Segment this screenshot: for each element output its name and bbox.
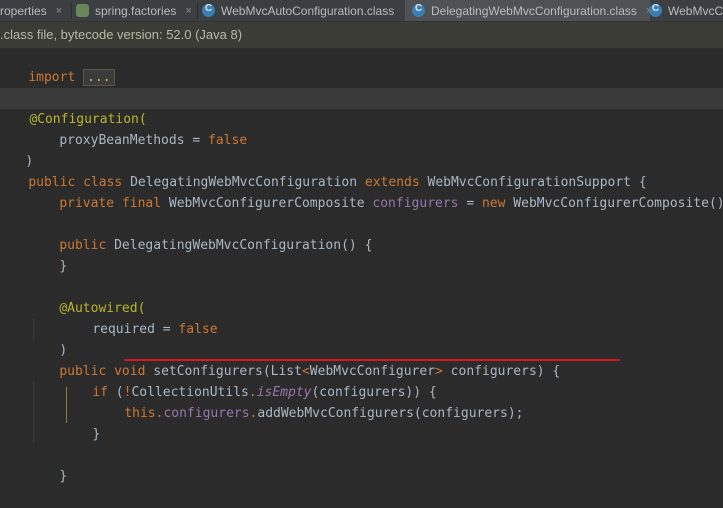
class-file-icon bbox=[412, 3, 425, 17]
tab-label: roperties bbox=[0, 3, 47, 18]
class-file-icon bbox=[202, 3, 215, 17]
tab-webmvcautoconfiguration[interactable]: WebMvcAutoConfiguration.class × bbox=[202, 0, 402, 21]
code-line: @Configuration( bbox=[29, 112, 147, 127]
code-line: @Autowired( bbox=[59, 301, 146, 316]
spring-icon bbox=[76, 4, 89, 17]
tab-spring-factories[interactable]: spring.factories × bbox=[76, 0, 193, 21]
code-line: } bbox=[59, 469, 68, 484]
code-line: } bbox=[92, 427, 101, 442]
code-line: public DelegatingWebMvcConfiguration() { bbox=[59, 238, 373, 253]
bytecode-version-notice: .class file, bytecode version: 52.0 (Jav… bbox=[0, 27, 243, 42]
tab-delegatingwebmvcconfiguration[interactable]: DelegatingWebMvcConfiguration.class × bbox=[405, 0, 650, 21]
code-editor[interactable]: import ... @Configuration( proxyBeanMeth… bbox=[0, 46, 723, 484]
code-line: public class DelegatingWebMvcConfigurati… bbox=[28, 175, 647, 190]
code-line: ) bbox=[59, 343, 68, 358]
code-line: public void setConfigurers(List<WebMvcCo… bbox=[59, 364, 561, 379]
code-line: if (!CollectionUtils.isEmpty(configurers… bbox=[92, 385, 437, 400]
close-icon[interactable]: × bbox=[185, 5, 191, 17]
close-icon[interactable]: × bbox=[56, 5, 62, 17]
tab-label: WebMvcCo bbox=[668, 3, 723, 18]
code-line: } bbox=[59, 259, 68, 274]
tab-label: DelegatingWebMvcConfiguration.class bbox=[431, 3, 637, 18]
code-line: ) bbox=[25, 154, 34, 169]
code-line: proxyBeanMethods = false bbox=[59, 133, 248, 148]
code-line: this.configurers.addWebMvcConfigurers(co… bbox=[124, 406, 524, 421]
tab-divider bbox=[71, 3, 72, 19]
folded-imports[interactable]: ... bbox=[83, 69, 115, 86]
tab-webmvcco[interactable]: WebMvcCo bbox=[649, 0, 723, 21]
code-line: import ... bbox=[0, 46, 115, 86]
editor-tab-bar: roperties × spring.factories × WebMvcAut… bbox=[0, 0, 723, 22]
class-file-icon bbox=[649, 3, 662, 17]
decompiled-notice-bar: .class file, bytecode version: 52.0 (Jav… bbox=[0, 22, 723, 49]
tab-properties[interactable]: roperties × bbox=[0, 0, 70, 21]
tab-label: spring.factories bbox=[95, 3, 177, 18]
code-line: required = false bbox=[92, 322, 218, 337]
code-line: private final WebMvcConfigurerComposite … bbox=[59, 196, 723, 211]
tab-divider bbox=[197, 3, 198, 19]
tab-label: WebMvcAutoConfiguration.class bbox=[221, 3, 395, 18]
